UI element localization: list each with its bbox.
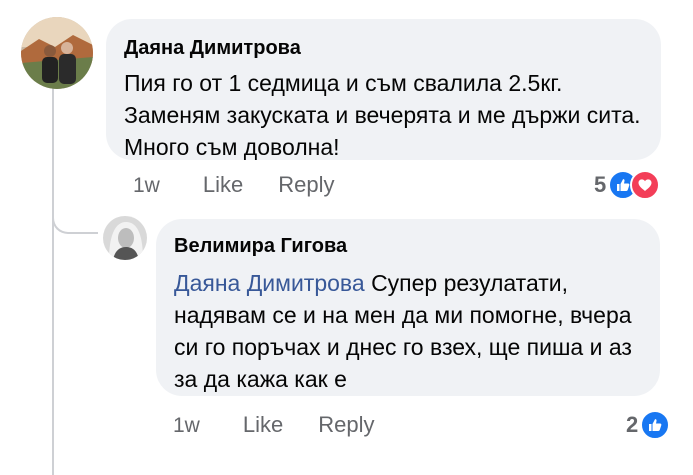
mention-link[interactable]: Даяна Димитрова — [174, 270, 365, 296]
love-icon — [630, 170, 661, 200]
reply-bubble: Велимира Гигова Даяна Димитрова Супер ре… — [156, 219, 660, 396]
reply-author[interactable]: Велимира Гигова — [174, 233, 642, 259]
comment-actions: 1w Like Reply — [133, 172, 369, 198]
reactions-summary[interactable]: 2 — [626, 410, 671, 440]
avatar[interactable] — [103, 216, 147, 260]
reply-connector — [52, 196, 98, 234]
like-button[interactable]: Like — [243, 412, 283, 438]
like-button[interactable]: Like — [203, 172, 243, 198]
like-icon — [640, 410, 671, 440]
comment-bubble: Даяна Димитрова Пия го от 1 седмица и съ… — [106, 19, 661, 160]
reply-actions: 1w Like Reply — [173, 412, 409, 438]
comment-author[interactable]: Даяна Димитрова — [124, 35, 643, 61]
thread-line — [52, 88, 54, 475]
avatar[interactable] — [21, 17, 93, 89]
comment-text: Пия го от 1 седмица и съм свалила 2.5кг.… — [124, 70, 641, 160]
reply-button[interactable]: Reply — [318, 412, 374, 438]
reply-timestamp[interactable]: 1w — [173, 414, 200, 438]
reactions-summary[interactable]: 5 — [594, 170, 661, 200]
reaction-count: 5 — [594, 172, 607, 197]
reply-text-block: Даяна Димитрова Супер резулатати, надява… — [174, 267, 642, 395]
reply-button[interactable]: Reply — [278, 172, 334, 198]
comment-timestamp[interactable]: 1w — [133, 174, 160, 198]
reaction-count: 2 — [626, 412, 639, 437]
